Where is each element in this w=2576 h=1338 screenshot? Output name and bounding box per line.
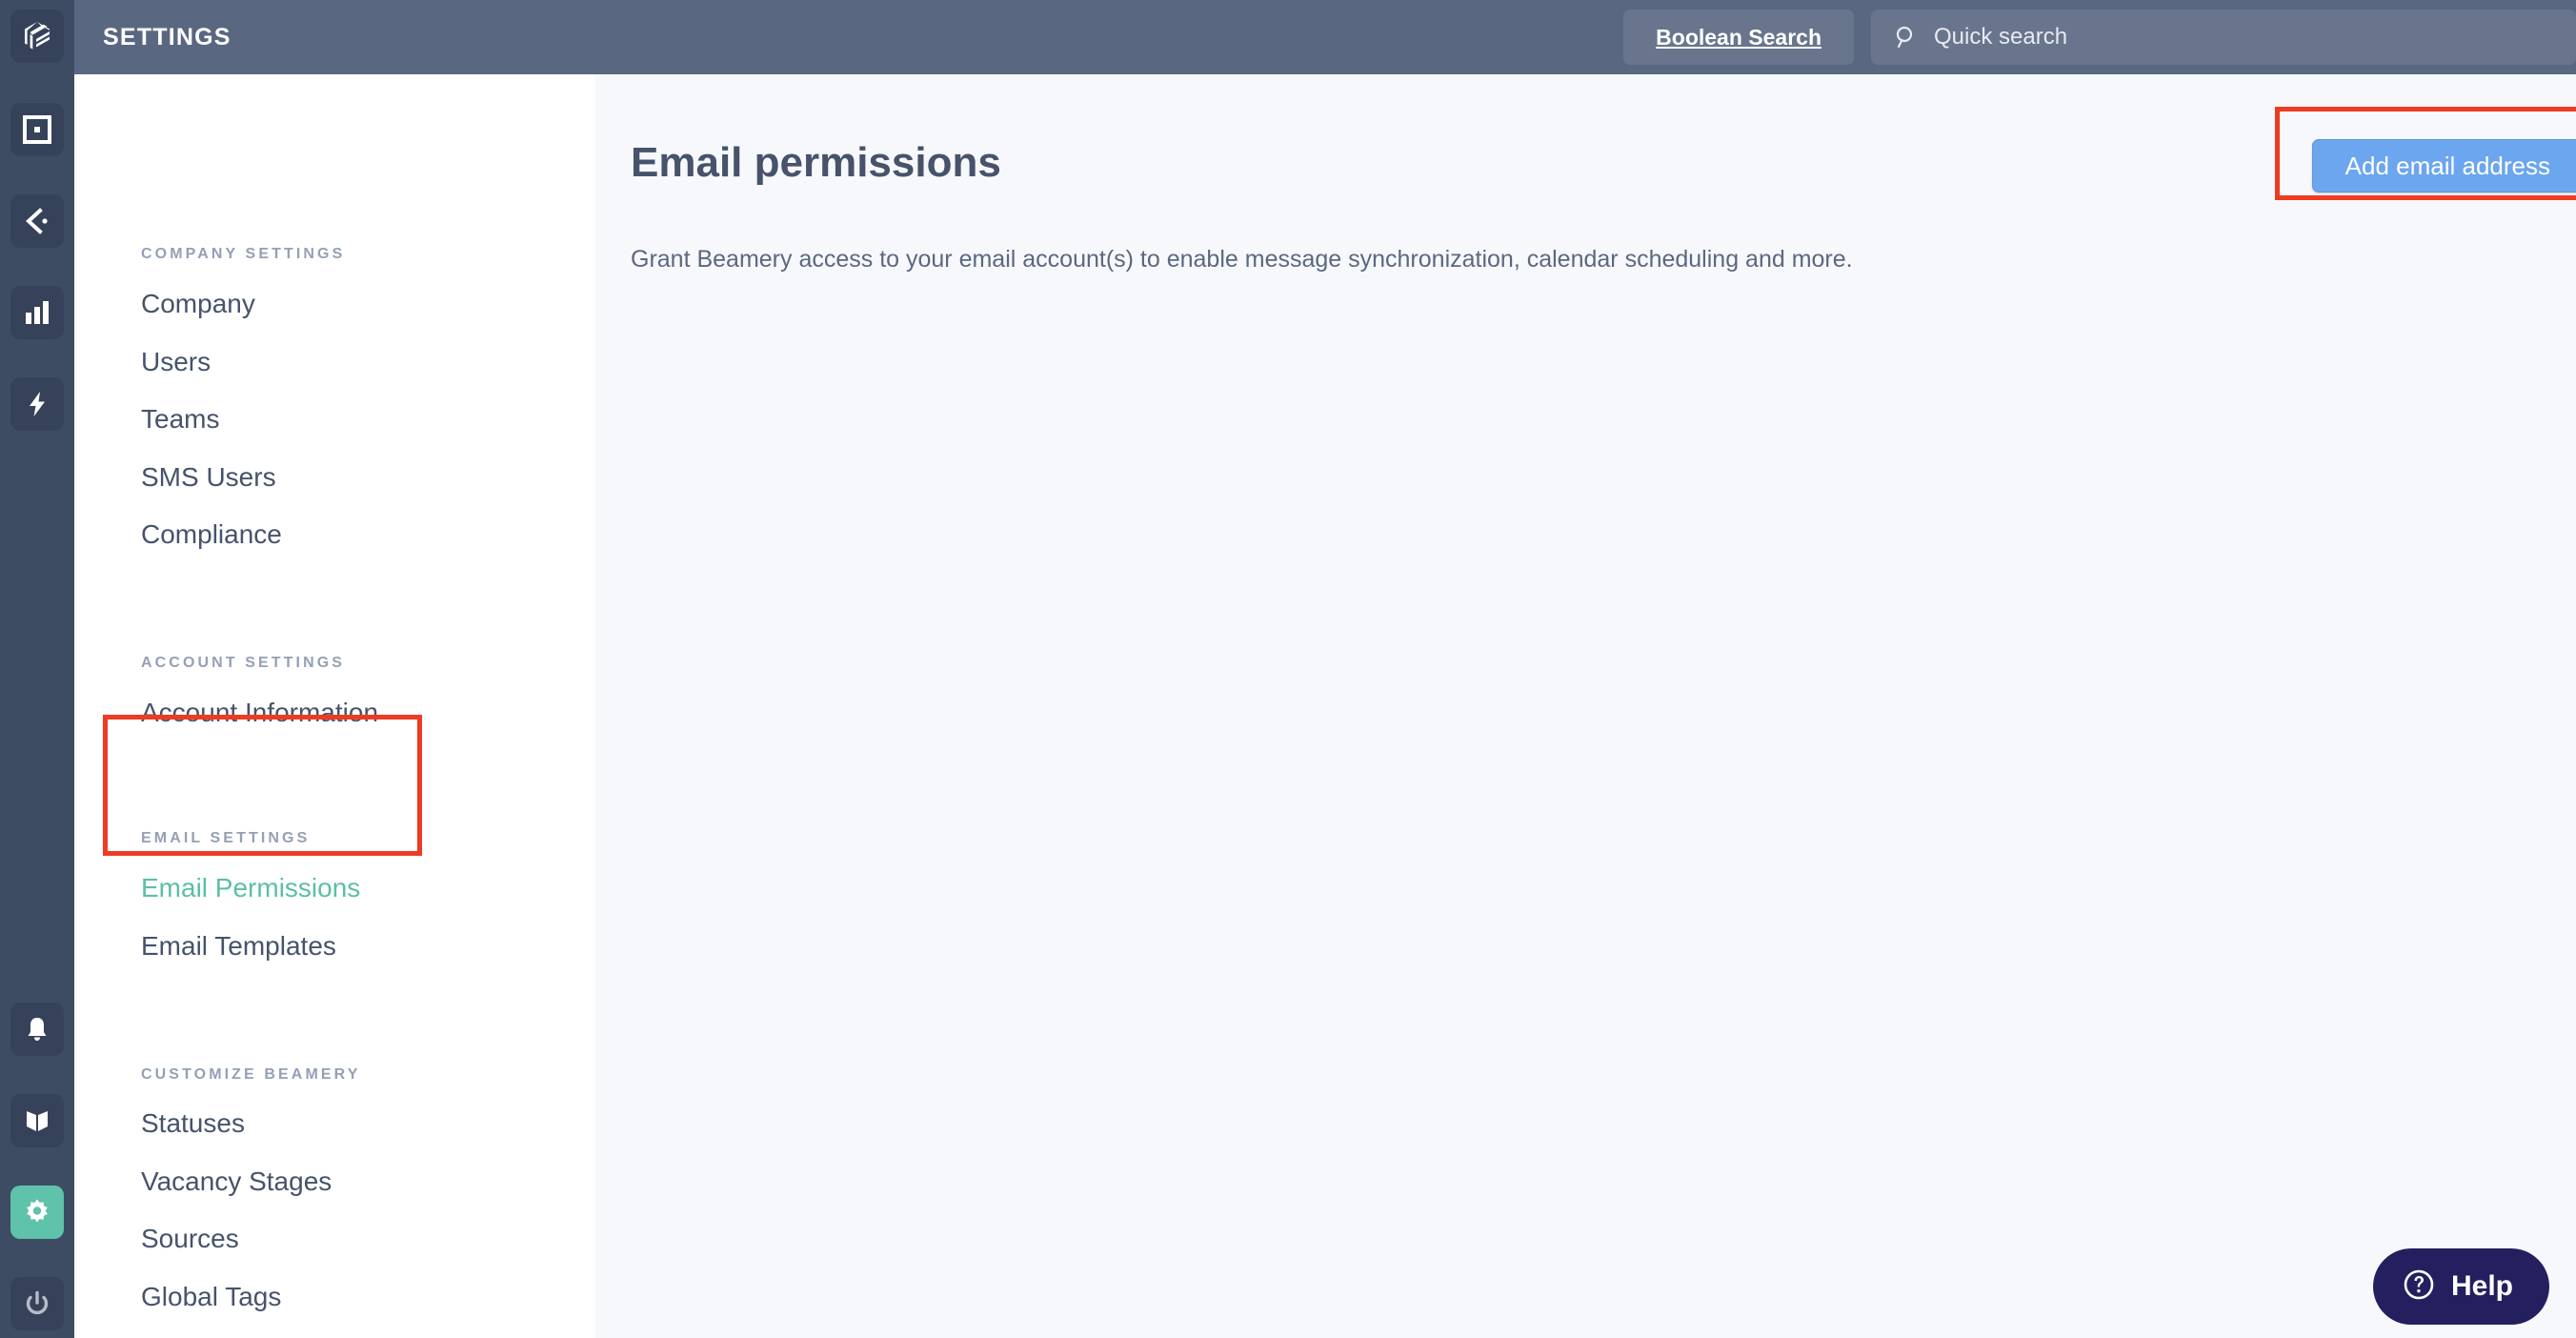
sidebar-item-sources[interactable]: Sources — [74, 1226, 239, 1252]
sidebar-item-vacancy-stages[interactable]: Vacancy Stages — [74, 1168, 332, 1195]
sidebar-item-account-information[interactable]: Account Information — [74, 699, 378, 726]
rail-bottom-group — [0, 1003, 74, 1330]
gear-icon[interactable] — [10, 1186, 64, 1239]
quick-search-input[interactable]: Quick search — [1871, 10, 2576, 65]
lightning-bolt-icon[interactable] — [10, 377, 64, 431]
boolean-search-label: Boolean Search — [1656, 24, 1821, 50]
boolean-search-button[interactable]: Boolean Search — [1623, 10, 1854, 65]
dashboard-square-icon[interactable] — [10, 103, 64, 156]
book-icon[interactable] — [10, 1094, 64, 1147]
rail-top-group — [10, 0, 64, 469]
question-circle-icon — [2402, 1267, 2436, 1307]
settings-sidebar-nav: COMPANY SETTINGS Company Users Teams SMS… — [74, 74, 595, 1338]
content-page-description: Grant Beamery access to your email accou… — [631, 246, 1853, 273]
left-icon-rail — [0, 0, 74, 1338]
sidebar-item-compliance[interactable]: Compliance — [74, 521, 282, 548]
top-header-bar: SETTINGS Boolean Search Quick search — [74, 0, 2576, 74]
sidebar-item-email-templates[interactable]: Email Templates — [74, 933, 336, 960]
collapse-chevron-left-icon[interactable] — [10, 194, 64, 248]
add-email-address-button[interactable]: Add email address — [2311, 139, 2576, 193]
sidebar-item-teams[interactable]: Teams — [74, 406, 219, 433]
bar-chart-icon[interactable] — [10, 286, 64, 339]
app-root: SETTINGS Boolean Search Quick search COM… — [0, 0, 2576, 1338]
bell-icon[interactable] — [10, 1003, 64, 1056]
header-right-group: Boolean Search Quick search — [1623, 0, 2576, 74]
search-icon — [1894, 25, 1919, 50]
sidebar-item-global-tags[interactable]: Global Tags — [74, 1284, 281, 1310]
nav-heading-account-settings: ACCOUNT SETTINGS — [141, 655, 346, 671]
nav-heading-company-settings: COMPANY SETTINGS — [141, 246, 346, 262]
power-icon[interactable] — [10, 1277, 64, 1330]
sidebar-item-users[interactable]: Users — [74, 349, 211, 375]
help-widget-button[interactable]: Help — [2372, 1248, 2549, 1325]
nav-heading-customize-beamery: CUSTOMIZE BEAMERY — [141, 1066, 361, 1083]
nav-heading-email-settings: EMAIL SETTINGS — [141, 830, 311, 846]
content-page-title: Email permissions — [631, 139, 1001, 186]
page-title-settings: SETTINGS — [103, 23, 231, 51]
sidebar-item-company[interactable]: Company — [74, 291, 255, 317]
quick-search-placeholder: Quick search — [1934, 24, 2068, 50]
sidebar-item-email-permissions[interactable]: Email Permissions — [74, 875, 360, 902]
main-content-area: Email permissions Grant Beamery access t… — [595, 74, 2576, 1338]
help-widget-label: Help — [2450, 1270, 2513, 1302]
sidebar-item-sms-users[interactable]: SMS Users — [74, 464, 276, 491]
sidebar-item-statuses[interactable]: Statuses — [74, 1110, 245, 1137]
beamery-logo-icon[interactable] — [10, 10, 64, 63]
